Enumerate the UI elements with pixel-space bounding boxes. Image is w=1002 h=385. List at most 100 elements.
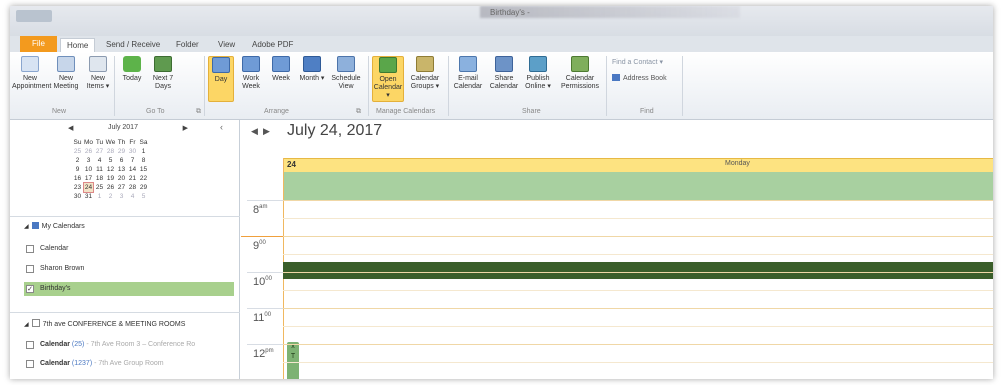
appointment-event[interactable]: x T [287,342,299,379]
outlook-app-icon[interactable] [16,10,52,22]
hour-gridline [283,344,993,345]
schedule-view-button[interactable]: Schedule View [330,56,362,91]
my-calendars-group[interactable]: ◢ My Calendars [24,222,85,230]
all-day-event-area[interactable] [283,172,993,200]
time-column: 8am 900 1000 1100 12pm [241,200,283,379]
email-calendar-icon [459,56,477,72]
tab-send-receive[interactable]: Send / Receive [100,38,166,52]
calendar-item[interactable]: Calendar [24,242,234,256]
group-label-share: Share [522,108,541,115]
day-view-button[interactable]: Day [208,56,234,102]
calendar-day-view: ◀ ▶ July 24, 2017 24 Monday 8am 900 1000 11… [241,120,993,379]
mini-calendar-header: ◀ July 2017 ▶ [68,124,188,134]
group-checkbox[interactable] [31,319,40,327]
mini-calendar-day[interactable]: 3 [116,192,127,201]
previous-day-icon[interactable]: ◀ [251,126,258,136]
share-calendar-button[interactable]: Share Calendar [488,56,520,91]
calendar-checkbox[interactable] [26,341,34,349]
day-column-header[interactable]: 24 Monday [283,158,993,172]
calendar-item-label: Sharon Brown [40,265,85,272]
week-row: 2345678 [72,155,149,164]
room-calendar-item[interactable]: Calendar (25) - 7th Ave Room 3 – Confere… [24,338,234,352]
today-button[interactable]: Today [118,56,146,83]
tab-folder[interactable]: Folder [170,38,205,52]
open-calendar-button[interactable]: Open Calendar ▾ [372,56,404,102]
calendar-checkbox[interactable] [26,265,34,273]
group-label-goto: Go To [146,108,165,115]
mini-calendar-day[interactable]: 31 [83,192,94,201]
calendar-groups-button[interactable]: Calendar Groups ▾ [408,56,442,91]
calendar-item-label: Calendar [40,245,69,252]
goto-dialog-launcher[interactable]: ⧉ [196,108,201,116]
tab-adobe-pdf[interactable]: Adobe PDF [246,38,299,52]
new-appointment-label: New Appointment [12,75,52,90]
mini-calendar-day[interactable]: 1 [94,192,105,201]
email-calendar-button[interactable]: E-mail Calendar [452,56,484,91]
mini-calendar-month: July 2017 [108,124,138,131]
publish-online-button[interactable]: Publish Online ▾ [522,56,554,91]
next7-icon [154,56,172,72]
tab-view[interactable]: View [212,38,241,52]
half-hour-gridline [283,290,993,291]
tab-file[interactable]: File [20,36,57,52]
group-label-new: New [52,108,67,115]
hour-suffix: 00 [259,240,266,246]
calendar-item[interactable]: Sharon Brown [24,262,234,276]
divider [10,216,240,217]
collapse-nav-icon[interactable]: ‹ [220,122,223,132]
rooms-group[interactable]: ◢ 7th ave CONFERENCE & MEETING ROOMS [24,318,185,328]
new-meeting-label: New Meeting [53,75,79,90]
day-view-label: Day [214,76,228,83]
arrange-dialog-launcher[interactable]: ⧉ [356,108,361,116]
rooms-group-label: 7th ave CONFERENCE & MEETING ROOMS [42,321,186,328]
week-row: 16 17 18 19 20 21 22 [72,173,149,182]
hour-number: 10 [253,276,266,288]
hour-gridline [283,236,993,237]
week-row: 23 24 25 26 27 28 29 [72,182,149,193]
address-book-button[interactable]: Address Book [612,74,667,82]
tab-home[interactable]: Home [60,38,96,52]
mini-calendar-day[interactable]: 4 [127,192,138,201]
hour-label: 1100 [253,312,271,324]
week-view-button[interactable]: Week [268,56,294,83]
hour-label: 8am [253,204,267,216]
new-items-label: New Items ▾ [86,75,110,90]
calendar-checkbox[interactable] [26,360,34,368]
share-calendar-label: Share Calendar [489,75,519,90]
new-items-button[interactable]: New Items ▾ [84,56,112,91]
busy-event-block[interactable] [283,262,993,279]
calendar-item-label: Birthday's [40,285,71,292]
mini-calendar-day[interactable]: 2 [105,192,116,201]
mini-calendar-next-icon[interactable]: ▶ [183,124,188,132]
calendar-checkbox[interactable] [26,245,34,253]
open-calendar-label: Open Calendar ▾ [373,76,403,99]
mini-calendar-day[interactable]: 5 [138,192,149,201]
work-week-button[interactable]: Work Week [238,56,264,91]
address-book-label: Address Book [623,75,667,82]
week-row: 30 31 1 2 3 4 5 [72,191,149,200]
next-7-days-button[interactable]: Next 7 Days [148,56,178,91]
mini-calendar-prev-icon[interactable]: ◀ [68,124,73,132]
month-view-button[interactable]: Month ▾ [298,56,326,83]
meeting-icon [57,56,75,72]
calendar-permissions-label: Calendar Permissions [560,75,600,90]
share-calendar-icon [495,56,513,72]
ribbon-tabs: File Home Send / Receive Folder View Ado… [10,36,993,52]
room-calendar-item[interactable]: Calendar (1237) - 7th Ave Group Room [24,357,234,371]
mini-calendar-day[interactable]: 30 [72,192,83,201]
calendar-item[interactable]: ✓ Birthday's [24,282,234,296]
ribbon: New Appointment New Meeting New Items ▾ … [10,52,993,120]
new-meeting-button[interactable]: New Meeting [50,56,82,91]
room-calendar-item[interactable]: Calendar (133) - 7th Ave Conference Room [24,376,234,379]
next-day-icon[interactable]: ▶ [263,126,270,136]
calendar-checkbox[interactable]: ✓ [26,285,34,293]
next-7-days-label: Next 7 Days [152,75,174,90]
new-appointment-button[interactable]: New Appointment [12,56,52,91]
calendar-permissions-button[interactable]: Calendar Permissions [558,56,602,91]
outlook-window: Birthday's - File Home Send / Receive Fo… [10,6,993,379]
find-contact-field[interactable]: Find a Contact ▾ [612,58,663,66]
hour-label: 900 [253,240,266,252]
hour-label: 1000 [253,276,272,288]
expand-triangle-icon: ◢ [24,224,29,230]
hour-suffix: 00 [264,312,272,318]
